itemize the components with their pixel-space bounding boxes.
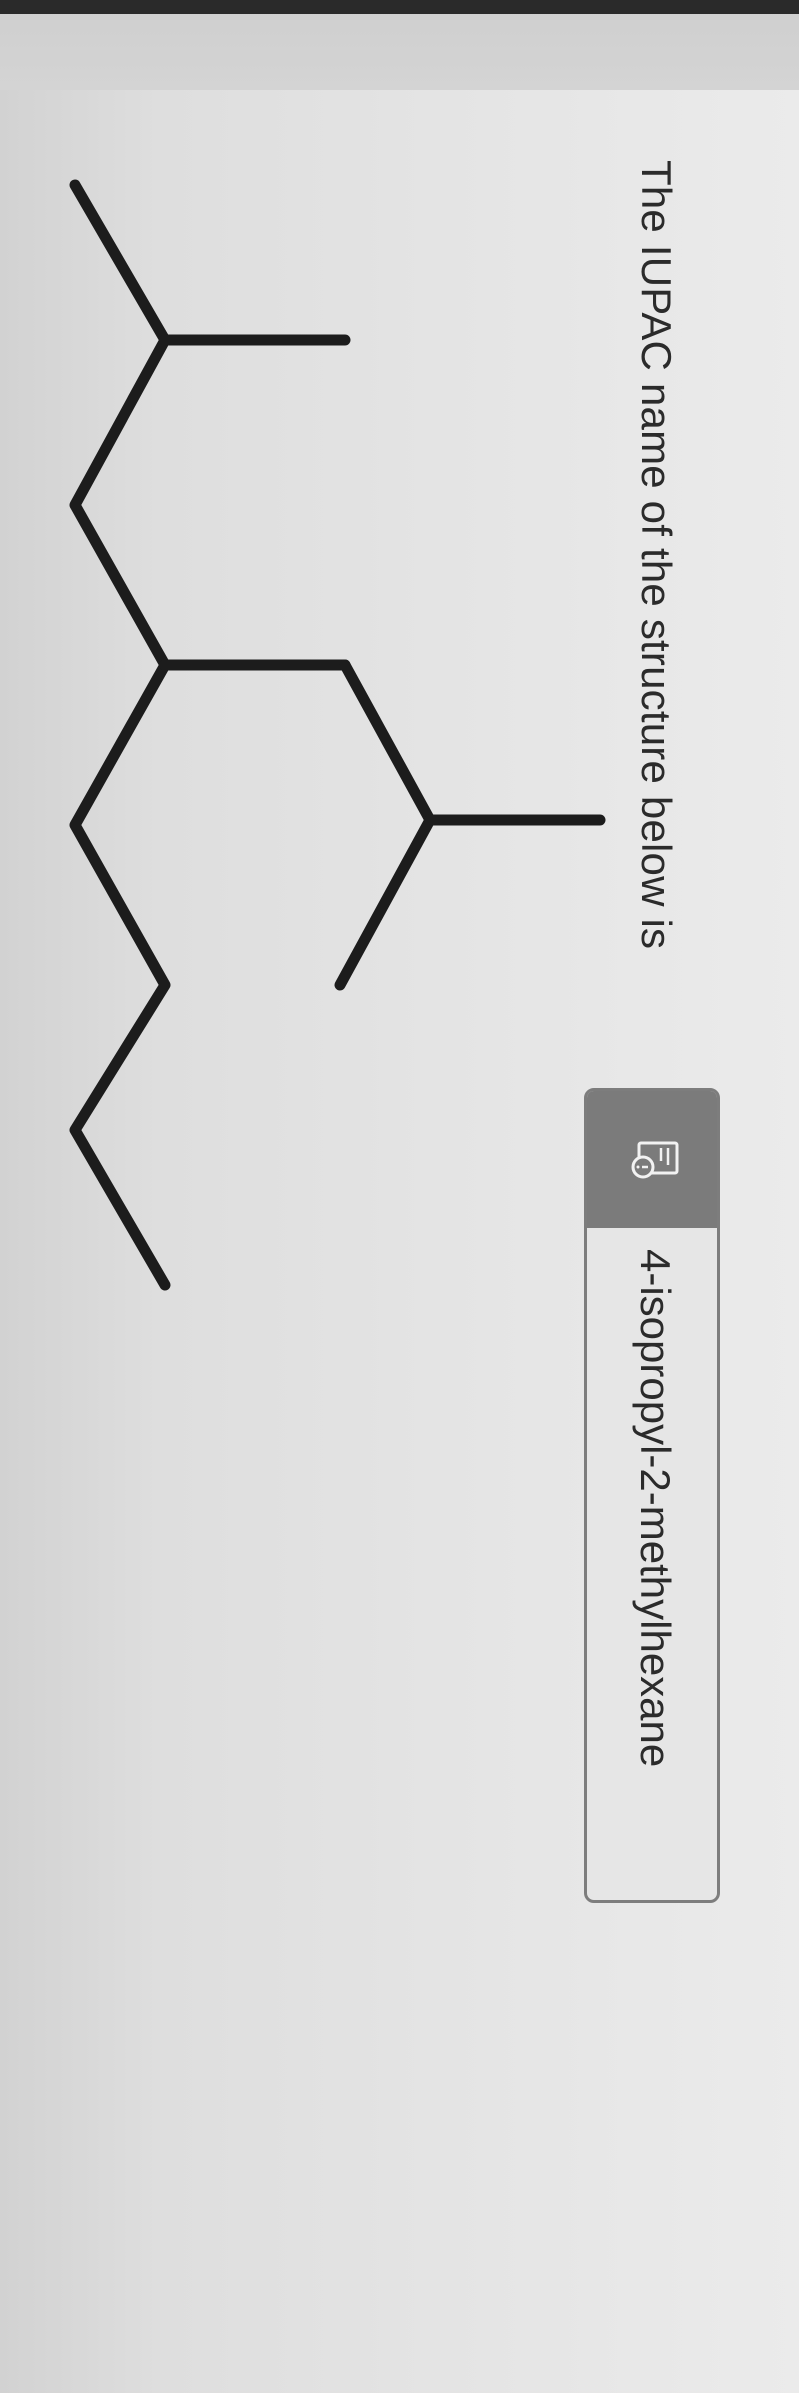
answer-value: 4-isopropyl-2-methylhexane [632,1249,679,1768]
document-info-icon [631,1141,679,1179]
question-row: The IUPAC name of the structure below is… [0,160,720,1960]
answer-field[interactable]: 4-isopropyl-2-methylhexane [584,1088,720,1903]
question-text: The IUPAC name of the structure below is [633,160,680,950]
answer-icon-area [587,1091,717,1228]
